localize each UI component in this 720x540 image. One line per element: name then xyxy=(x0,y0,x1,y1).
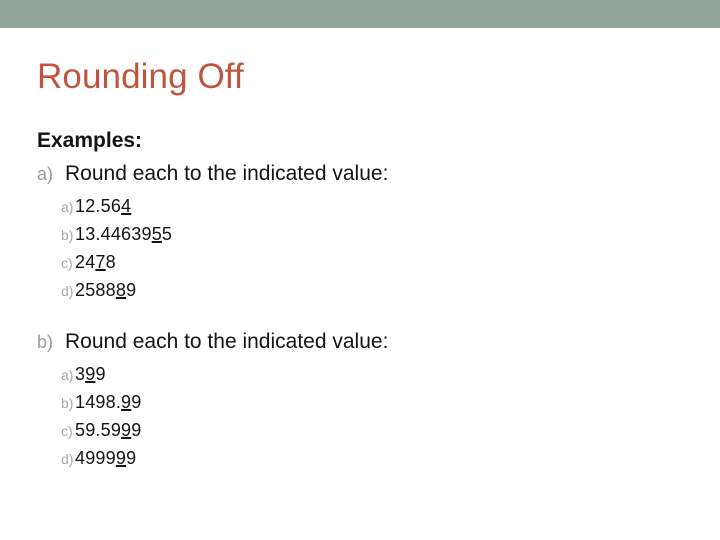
value-underlined-digit: 4 xyxy=(121,195,132,216)
list-item-marker: b) xyxy=(61,226,74,243)
list-item-value: 59.5999 xyxy=(75,420,141,442)
list-item: a) 12.564 xyxy=(37,196,677,224)
list-item-value: 12.564 xyxy=(75,196,131,218)
list-item: b) 13.4463955 xyxy=(37,224,677,252)
list-item: d) 258889 xyxy=(37,280,677,308)
section-a-prompt: Round each to the indicated value: xyxy=(65,161,389,185)
section-b-heading: b) Round each to the indicated value: xyxy=(37,328,677,356)
value-underlined-digit: 9 xyxy=(121,420,132,441)
list-item-value: 499999 xyxy=(75,448,136,470)
list-item-marker: a) xyxy=(61,198,74,215)
list-item-marker: c) xyxy=(61,423,73,440)
list-item-value: 399 xyxy=(75,364,106,386)
value-post: 9 xyxy=(126,448,137,469)
value-post: 8 xyxy=(105,251,116,272)
list-item-marker: a) xyxy=(61,367,74,384)
section-b-list: a) 399 b) 1498.99 c) 59.5999 d) 499999 xyxy=(37,364,677,476)
list-item-value: 1498.99 xyxy=(75,392,141,414)
value-post: 9 xyxy=(131,392,142,413)
value-pre: 13.44639 xyxy=(75,223,152,244)
value-pre: 3 xyxy=(75,364,86,385)
value-pre: 2588 xyxy=(75,279,116,300)
value-post: 5 xyxy=(161,223,173,244)
list-item-marker: d) xyxy=(61,451,74,468)
section-b-prompt: Round each to the indicated value: xyxy=(65,329,389,353)
value-underlined-digit: 9 xyxy=(85,364,96,385)
list-item-value: 2478 xyxy=(75,252,116,274)
list-item-value: 13.4463955 xyxy=(75,224,172,246)
list-item-marker: c) xyxy=(61,254,73,271)
page-title: Rounding Off xyxy=(37,57,244,96)
value-underlined-digit: 9 xyxy=(115,448,127,469)
value-pre: 4999 xyxy=(75,448,116,469)
list-item-marker: d) xyxy=(61,282,74,299)
value-post: 9 xyxy=(95,364,106,385)
list-item: a) 399 xyxy=(37,364,677,392)
list-item: c) 2478 xyxy=(37,252,677,280)
list-item-marker: b) xyxy=(61,395,74,412)
value-pre: 12.56 xyxy=(75,195,122,216)
section-a-marker: a) xyxy=(37,163,54,184)
value-post: 9 xyxy=(126,279,137,300)
slide-body: Examples: a) Round each to the indicated… xyxy=(37,128,677,476)
section-b: b) Round each to the indicated value: a)… xyxy=(37,328,677,476)
value-post: 9 xyxy=(131,420,142,441)
slide-accent-bar xyxy=(0,0,720,28)
value-underlined-digit: 9 xyxy=(121,392,132,413)
list-item: d) 499999 xyxy=(37,448,677,476)
section-b-marker: b) xyxy=(37,331,54,352)
list-item: c) 59.5999 xyxy=(37,420,677,448)
section-a-heading: a) Round each to the indicated value: xyxy=(37,160,677,188)
value-pre: 59.59 xyxy=(75,420,122,441)
value-pre: 24 xyxy=(75,251,96,272)
list-item-value: 258889 xyxy=(75,280,136,302)
value-underlined-digit: 8 xyxy=(115,279,127,300)
section-a-list: a) 12.564 b) 13.4463955 c) 2478 d) 25888… xyxy=(37,196,677,308)
slide-canvas: Rounding Off Examples: a) Round each to … xyxy=(0,0,720,540)
value-underlined-digit: 7 xyxy=(95,251,106,272)
examples-label: Examples: xyxy=(37,129,143,152)
value-pre: 1498. xyxy=(75,392,122,413)
list-item: b) 1498.99 xyxy=(37,392,677,420)
section-a: a) Round each to the indicated value: a)… xyxy=(37,160,677,308)
value-underlined-digit: 5 xyxy=(151,223,162,244)
